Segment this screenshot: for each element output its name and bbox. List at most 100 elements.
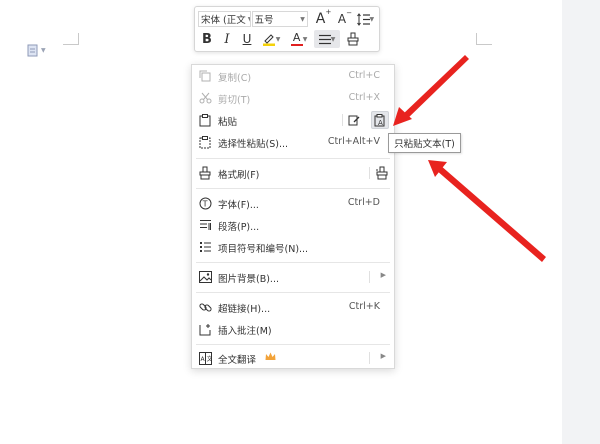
line-spacing-icon <box>356 12 370 26</box>
comment-icon <box>198 322 212 336</box>
svg-text:A: A <box>200 356 205 363</box>
menu-label: 插入批注(M) <box>218 326 272 337</box>
svg-text:T: T <box>201 199 207 208</box>
list-bullets-icon <box>198 240 212 254</box>
align-button[interactable]: ▼ <box>314 30 340 48</box>
menu-separator <box>196 344 390 345</box>
translate-icon: A文 <box>198 351 212 365</box>
menu-item-copy[interactable]: 复制(C) Ctrl+C <box>192 65 394 87</box>
chevron-right-icon: ▶ <box>380 271 386 279</box>
paste-text-only-tooltip: 只粘贴文本(T) <box>388 133 461 153</box>
svg-text:A: A <box>378 119 383 127</box>
menu-item-insert-comment[interactable]: 插入批注(M) <box>192 318 394 340</box>
grow-font-icon: A + <box>315 8 332 27</box>
shrink-font-button[interactable]: A − <box>332 9 353 28</box>
italic-icon: I <box>224 31 230 47</box>
crown-icon <box>265 352 276 364</box>
paragraph-icon <box>198 218 212 232</box>
menu-separator <box>196 292 390 293</box>
font-color-icon: A <box>290 32 303 46</box>
paste-icon <box>198 113 212 127</box>
page-margin-corner-left <box>63 33 79 45</box>
page-margin-corner-right <box>476 33 492 45</box>
format-painter-multi-icon <box>376 166 388 180</box>
menu-shortcut: Ctrl+D <box>347 197 380 208</box>
menu-shortcut: Ctrl+K <box>348 301 380 312</box>
menu-separator <box>196 188 390 189</box>
menu-item-picture-background[interactable]: 图片背景(B)... ▶ <box>192 266 394 288</box>
highlight-button[interactable]: ▼ <box>258 30 284 48</box>
font-name-select[interactable]: 宋体 (正文 ▼ <box>198 11 251 27</box>
menu-item-cut[interactable]: 剪切(T) Ctrl+X <box>192 87 394 109</box>
menu-label: 段落(P)... <box>218 222 260 233</box>
chevron-down-icon: ▼ <box>300 15 305 23</box>
italic-button[interactable]: I <box>218 30 236 48</box>
right-side-panel <box>562 0 600 444</box>
underline-icon: U <box>242 32 252 46</box>
menu-label: 格式刷(F) <box>218 170 260 181</box>
chevron-right-icon: ▶ <box>380 352 386 360</box>
clipboard-doc-icon <box>27 44 38 56</box>
menu-label: 选择性粘贴(S)... <box>218 139 289 150</box>
chevron-down-icon: ▼ <box>41 46 46 54</box>
paste-keep-format-button[interactable] <box>345 111 363 129</box>
menu-label: 粘贴 <box>218 117 238 128</box>
link-icon <box>198 300 212 314</box>
menu-divider <box>342 114 343 126</box>
picture-icon <box>198 270 212 284</box>
menu-item-paste[interactable]: 粘贴 A <box>192 109 394 131</box>
menu-divider <box>369 271 370 283</box>
font-color-button[interactable]: A ▼ <box>286 30 312 48</box>
format-painter-button[interactable] <box>344 30 362 48</box>
paste-text-only-button[interactable]: A <box>371 111 389 129</box>
chevron-down-icon: ▼ <box>275 35 281 43</box>
chevron-down-icon: ▼ <box>330 35 336 43</box>
menu-label: 复制(C) <box>218 73 252 84</box>
menu-item-bullets[interactable]: 项目符号和编号(N)... <box>192 236 394 258</box>
paste-special-icon <box>198 135 212 149</box>
bold-button[interactable]: B <box>198 30 216 48</box>
menu-item-font[interactable]: T 字体(F)... Ctrl+D <box>192 192 394 214</box>
underline-button[interactable]: U <box>238 30 256 48</box>
grow-font-button[interactable]: A + <box>311 8 332 28</box>
menu-separator <box>196 158 390 159</box>
menu-item-format-painter[interactable]: 格式刷(F) <box>192 162 394 184</box>
align-justify-icon <box>318 34 331 44</box>
scissors-icon <box>198 91 212 105</box>
line-spacing-button[interactable]: ▼ <box>355 10 376 28</box>
paste-keep-format-icon <box>348 115 360 126</box>
menu-divider <box>369 167 370 179</box>
menu-item-paragraph[interactable]: 段落(P)... <box>192 214 394 236</box>
copy-icon <box>198 69 212 83</box>
mini-format-toolbar: 宋体 (正文 ▼ 五号 ▼ A+ A− ▼ <box>194 6 380 52</box>
font-name-value: 宋体 (正文 <box>201 15 246 26</box>
menu-shortcut: Ctrl+X <box>348 92 380 103</box>
menu-label: 剪切(T) <box>218 95 251 106</box>
menu-shortcut: Ctrl+Alt+V <box>327 136 380 147</box>
bold-icon: B <box>202 31 212 47</box>
font-size-select[interactable]: 五号 ▼ <box>251 11 308 27</box>
menu-separator <box>196 262 390 263</box>
format-painter-icon <box>347 32 359 46</box>
font-size-value: 五号 <box>254 15 274 26</box>
format-painter-continuous-button[interactable] <box>373 164 391 182</box>
chevron-down-icon: ▼ <box>248 16 250 23</box>
chevron-down-icon: ▼ <box>302 35 308 43</box>
menu-label: 项目符号和编号(N)... <box>218 244 309 255</box>
menu-label: 字体(F)... <box>218 200 259 211</box>
menu-label: 全文翻译 <box>218 355 257 366</box>
context-menu: 复制(C) Ctrl+C 剪切(T) Ctrl+X 粘贴 A 选择性粘贴(S).… <box>191 64 395 369</box>
format-painter-icon <box>198 166 212 180</box>
font-icon: T <box>198 196 212 210</box>
menu-divider <box>369 352 370 364</box>
menu-item-paste-special[interactable]: 选择性粘贴(S)... Ctrl+Alt+V <box>192 131 394 153</box>
menu-label: 图片背景(B)... <box>218 274 279 285</box>
menu-shortcut: Ctrl+C <box>348 70 381 81</box>
menu-item-translate[interactable]: A文 全文翻译 ▶ <box>192 347 394 369</box>
shrink-font-icon: A − <box>337 9 353 26</box>
paste-text-only-icon: A <box>374 113 385 127</box>
paste-options-indicator[interactable]: ▼ <box>27 43 49 57</box>
chevron-down-icon: ▼ <box>369 15 375 23</box>
menu-item-hyperlink[interactable]: 超链接(H)... Ctrl+K <box>192 296 394 318</box>
menu-label: 超链接(H)... <box>218 304 271 315</box>
